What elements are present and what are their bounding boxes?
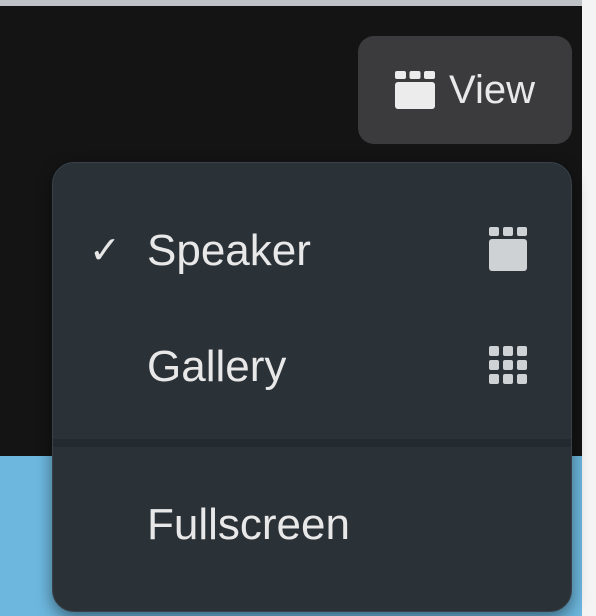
menu-item-label: Fullscreen — [147, 500, 350, 549]
view-button-label: View — [449, 67, 535, 112]
menu-item-label: Gallery — [147, 342, 287, 391]
menu-item-speaker[interactable]: ✓ Speaker — [53, 201, 571, 301]
speaker-layout-icon — [395, 71, 435, 109]
gallery-grid-icon — [489, 345, 527, 389]
menu-item-label: Speaker — [147, 226, 311, 275]
menu-separator — [53, 439, 571, 447]
view-menu: ✓ Speaker Gallery Fullscreen — [52, 162, 572, 612]
checkmark-icon: ✓ — [89, 230, 121, 272]
view-button[interactable]: View — [358, 36, 572, 144]
right-border — [582, 0, 596, 616]
menu-item-gallery[interactable]: Gallery — [53, 317, 571, 417]
speaker-layout-icon — [489, 226, 527, 276]
menu-item-fullscreen[interactable]: Fullscreen — [53, 475, 571, 575]
